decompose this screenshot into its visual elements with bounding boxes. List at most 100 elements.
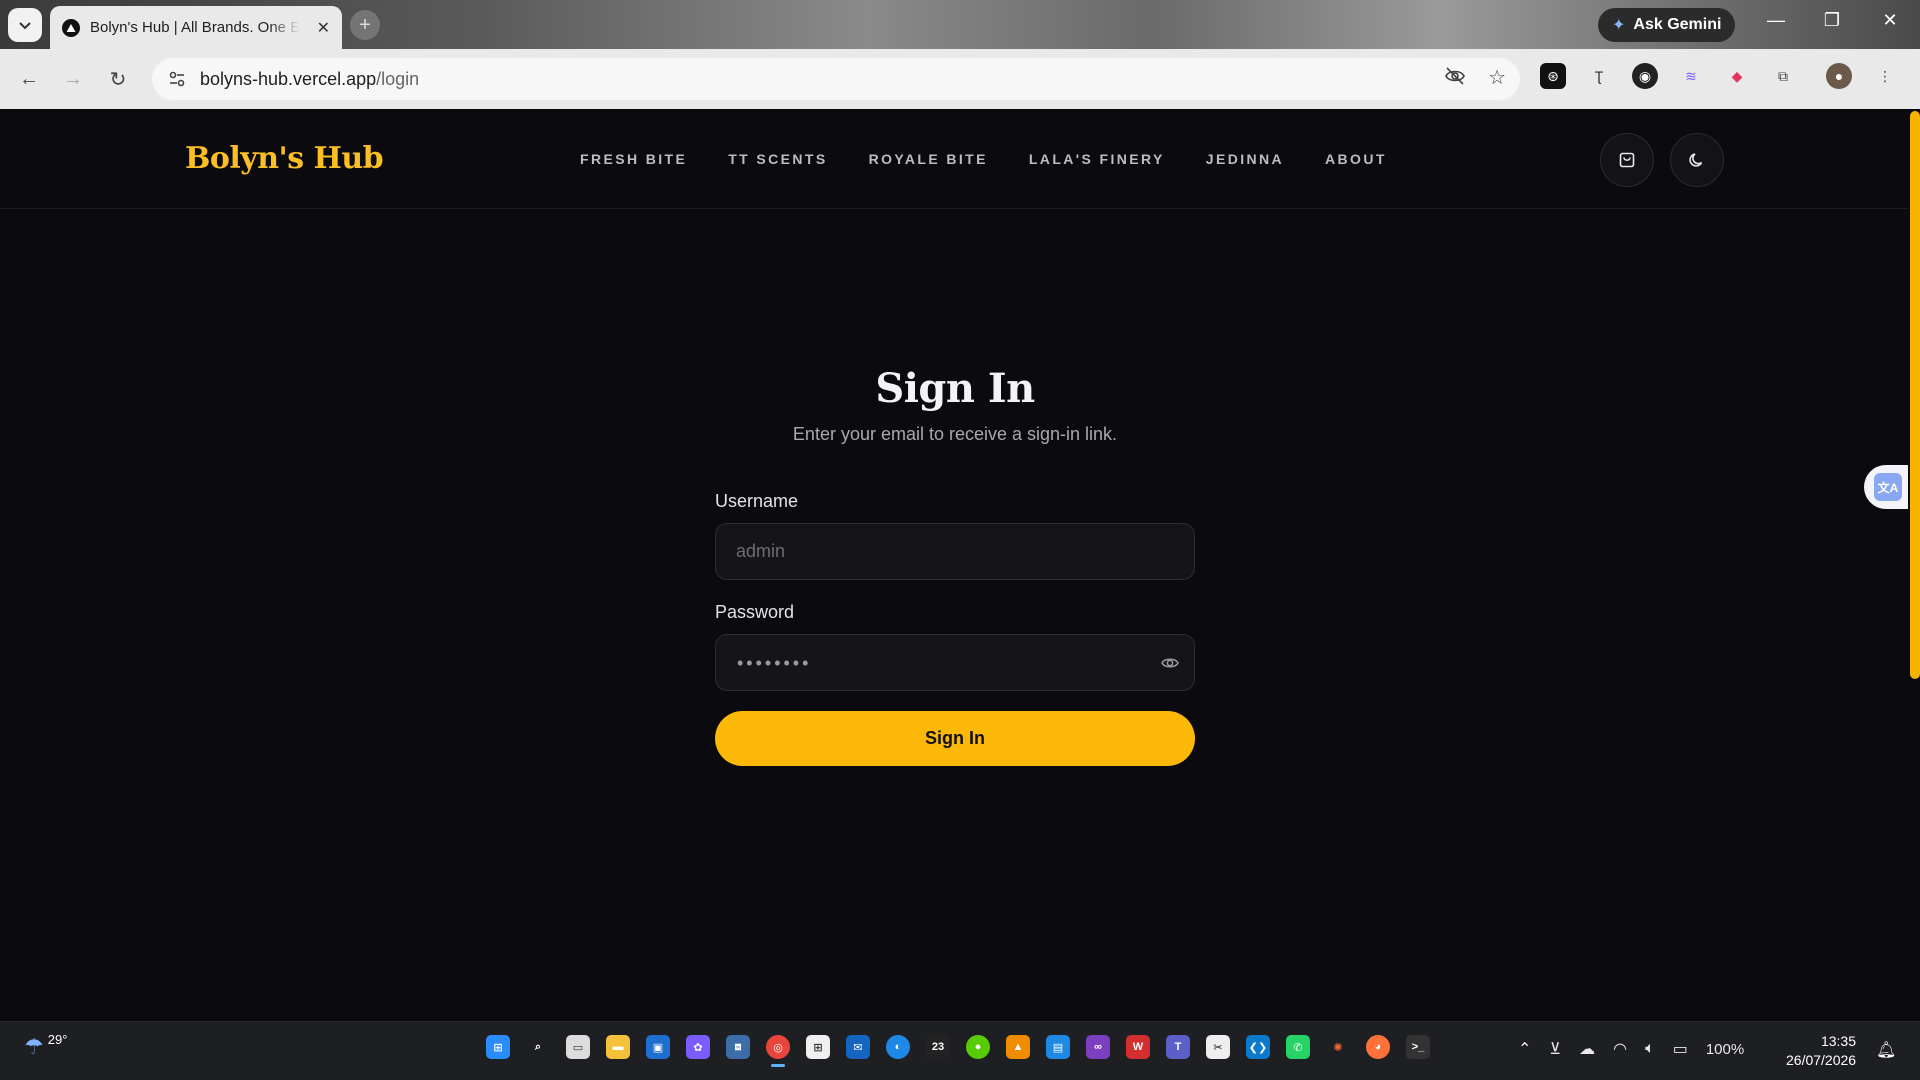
taskbar-apps: ⊞ ⌕ ▭ ▬ ▣ ✿ ⧈ ◎ ⊞ ✉ ◐ 23 ● ▲ ▤ ∞ W T ✂ ❮… (486, 1035, 1430, 1067)
eye-icon[interactable] (1159, 652, 1181, 674)
bookmark-star-icon[interactable]: ☆ (1488, 65, 1506, 93)
profile-avatar[interactable]: ● (1826, 63, 1852, 89)
scrollbar-thumb[interactable] (1910, 111, 1920, 679)
ask-gemini-button[interactable]: ✦ Ask Gemini (1598, 8, 1736, 42)
clock-time: 13:35 (1820, 1033, 1856, 1049)
wps-office-icon[interactable]: W (1126, 1035, 1150, 1059)
os-taskbar: ☂ 29° ⊞ ⌕ ▭ ▬ ▣ ✿ ⧈ ◎ ⊞ ✉ ◐ 23 ● ▲ ▤ ∞ W… (0, 1021, 1920, 1080)
ask-gemini-label: Ask Gemini (1633, 16, 1722, 33)
back-arrow-icon[interactable]: ← (14, 64, 44, 94)
password-mask: •••••••• (737, 653, 812, 673)
restore-icon[interactable]: ❐ (1812, 10, 1852, 31)
extension-pocket-icon[interactable]: ◆ (1724, 63, 1750, 89)
main-nav: FRESH BITE TT SCENTS ROYALE BITE LALA'S … (580, 151, 1387, 167)
nav-link-tt-scents[interactable]: TT SCENTS (728, 151, 827, 167)
sign-in-button[interactable]: Sign In (715, 711, 1195, 766)
terminal-icon[interactable]: >_ (1406, 1035, 1430, 1059)
calendar-app-icon[interactable]: 23 (926, 1035, 950, 1059)
umbrella-rain-icon: ☂ (24, 1034, 44, 1059)
username-input[interactable] (715, 523, 1195, 580)
extension-text-icon[interactable]: Ʈ (1586, 63, 1612, 89)
task-view-icon[interactable]: ▭ (566, 1035, 590, 1059)
site-header: Bolyn's Hub FRESH BITE TT SCENTS ROYALE … (0, 109, 1908, 209)
minimize-icon[interactable]: — (1756, 10, 1796, 31)
windows-start-icon[interactable]: ⊞ (486, 1035, 510, 1059)
password-label: Password (715, 602, 795, 622)
copilot-icon[interactable]: ✿ (686, 1035, 710, 1059)
sign-in-form: Sign In Enter your email to receive a si… (715, 365, 1195, 766)
vercel-triangle-icon (62, 18, 80, 37)
forward-arrow-icon[interactable]: → (58, 64, 88, 94)
chevron-up-icon[interactable]: ⌃ (1518, 1039, 1531, 1059)
vpn-icon[interactable]: ⊻ (1549, 1039, 1561, 1059)
remote-desktop-icon[interactable]: ⧈ (726, 1035, 750, 1059)
reload-icon[interactable]: ↻ (103, 64, 133, 94)
username-label: Username (715, 491, 799, 511)
chrome-icon[interactable]: ◎ (766, 1035, 790, 1067)
onedrive-cloud-icon[interactable]: ☁ (1579, 1039, 1595, 1059)
weather-widget[interactable]: ☂ 29° (24, 1032, 68, 1060)
file-explorer-icon[interactable]: ▬ (606, 1035, 630, 1059)
address-bar[interactable]: bolyns-hub.vercel.app/login ☆ (152, 58, 1520, 100)
battery-icon[interactable]: ▭ (1673, 1039, 1688, 1059)
extension-chatgpt-icon[interactable]: ⊛ (1540, 63, 1566, 89)
extensions-puzzle-icon[interactable]: ⧉ (1770, 63, 1796, 89)
extension-wave-icon[interactable]: ≋ (1678, 63, 1704, 89)
close-icon[interactable]: ✕ (317, 18, 330, 38)
browser-tab-active[interactable]: Bolyn's Hub | All Brands. One Experience… (50, 6, 342, 49)
site-logo[interactable]: Bolyn's Hub (185, 141, 384, 176)
password-field: •••••••• (715, 634, 1195, 691)
url-text: bolyns-hub.vercel.app/login (200, 69, 419, 90)
eye-off-icon[interactable] (1444, 65, 1466, 93)
url-host: bolyns-hub.vercel.app (200, 68, 377, 89)
store-icon[interactable]: ▣ (646, 1035, 670, 1059)
whatsapp-icon[interactable]: ✆ (1286, 1035, 1310, 1059)
web-page: Bolyn's Hub FRESH BITE TT SCENTS ROYALE … (0, 109, 1920, 1021)
firefox-icon[interactable]: ◕ (1366, 1035, 1390, 1059)
scrollbar-track[interactable] (1908, 109, 1920, 1021)
extension-circle-icon[interactable]: ◉ (1632, 63, 1658, 89)
site-settings-icon[interactable] (166, 68, 188, 90)
weather-temperature: 29° (47, 1032, 68, 1047)
edge-icon[interactable]: ◐ (886, 1035, 910, 1059)
outlook-icon[interactable]: ✉ (846, 1035, 870, 1059)
nav-link-about[interactable]: ABOUT (1325, 151, 1387, 167)
new-tab-button[interactable]: + (350, 10, 380, 40)
menu-kebab-icon[interactable]: ⋮ (1872, 63, 1898, 89)
gemini-sparkle-icon: ✦ (1612, 17, 1626, 34)
vlc-icon[interactable]: ▲ (1006, 1035, 1030, 1059)
wifi-icon[interactable]: ◠ (1613, 1039, 1627, 1059)
translate-icon: 文A (1874, 473, 1902, 501)
system-clock[interactable]: 13:35 26/07/2026 (1786, 1032, 1856, 1070)
system-tray: ⌃ ⊻ ☁ ◠ 🔈︎ ▭ 100% (1518, 1039, 1744, 1059)
battery-percentage: 100% (1705, 1040, 1745, 1058)
nav-link-jedinna[interactable]: JEDINNA (1206, 151, 1284, 167)
visual-studio-icon[interactable]: ∞ (1086, 1035, 1110, 1059)
nav-link-fresh-bite[interactable]: FRESH BITE (580, 151, 687, 167)
microsoft-store-icon[interactable]: ⊞ (806, 1035, 830, 1059)
claude-icon[interactable]: ✺ (1326, 1035, 1350, 1059)
browser-toolbar: ← → ↻ bolyns-hub.vercel.app/login ☆ ⊛ Ʈ … (0, 49, 1920, 109)
page-subtitle: Enter your email to receive a sign-in li… (792, 424, 1118, 444)
cart-button[interactable] (1600, 133, 1654, 187)
theme-toggle-button[interactable] (1670, 133, 1724, 187)
search-icon[interactable]: ⌕ (526, 1035, 550, 1059)
tab-search-button[interactable] (8, 8, 42, 42)
chevron-down-icon (19, 22, 31, 30)
teams-icon[interactable]: T (1166, 1035, 1190, 1059)
clock-date: 26/07/2026 (1786, 1052, 1857, 1068)
capcut-icon[interactable]: ✂ (1206, 1035, 1230, 1059)
notification-bell-icon[interactable]: 🔔︎ (1876, 1040, 1896, 1060)
browser-titlebar: Bolyn's Hub | All Brands. One Experience… (0, 0, 1920, 49)
notepad-icon[interactable]: ▤ (1046, 1035, 1070, 1059)
shopping-bag-icon (1619, 152, 1635, 168)
nav-link-lalas-finery[interactable]: LALA'S FINERY (1029, 151, 1165, 167)
url-path: /login (376, 68, 420, 89)
close-window-icon[interactable]: ✕ (1870, 10, 1910, 31)
volume-icon[interactable]: 🔈︎ (1645, 1040, 1655, 1058)
nav-link-royale-bite[interactable]: ROYALE BITE (869, 151, 988, 167)
duolingo-icon[interactable]: ● (966, 1035, 990, 1059)
moon-icon (1689, 153, 1703, 167)
vscode-icon[interactable]: ❮❯ (1246, 1035, 1270, 1059)
translate-extension-button[interactable]: 文A (1864, 465, 1912, 509)
